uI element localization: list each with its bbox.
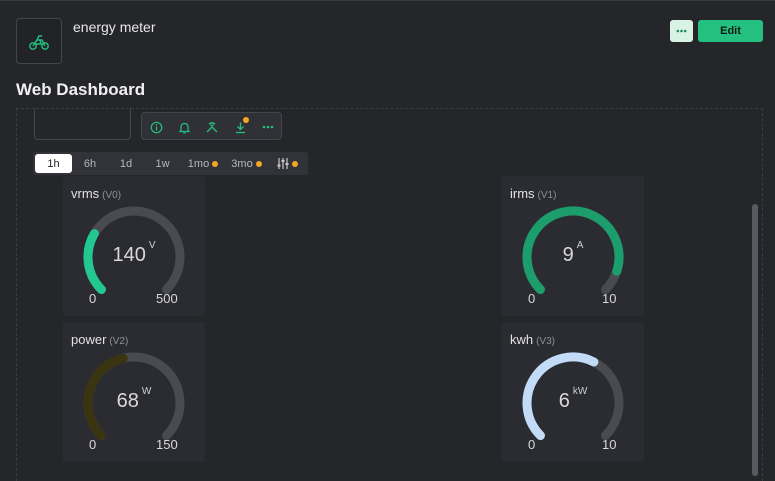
gauge-widget-kwh[interactable]: kwh (V3) 6 kW 0 10 [502, 322, 644, 462]
range-label: 1w [155, 157, 170, 170]
wrench-icon [206, 121, 218, 132]
gauge-min: 0 [528, 437, 536, 452]
premium-dot [255, 160, 262, 167]
gauge-min: 0 [89, 437, 97, 452]
widget-placeholder[interactable] [34, 108, 131, 140]
gauge-unit: V [148, 240, 156, 251]
ellipsis-icon [262, 125, 274, 129]
range-label: 1d [119, 157, 133, 170]
range-3mo[interactable]: 3mo [228, 154, 265, 173]
gauge-value-group: 140 V [63, 240, 205, 267]
scrollbar-thumb[interactable] [752, 204, 758, 476]
gauge-value: 68 [116, 390, 139, 412]
gauge-max: 500 [156, 291, 178, 306]
range-1mo[interactable]: 1mo [184, 154, 222, 173]
gauge-unit: W [141, 386, 152, 397]
more-options-button[interactable] [670, 20, 693, 42]
edit-button[interactable]: Edit [698, 20, 763, 42]
range-1d[interactable]: 1d [108, 154, 144, 173]
motorcycle-icon [29, 35, 49, 50]
gauge-value: 140 [112, 244, 146, 266]
gauge-value: 6 [558, 390, 570, 412]
info-button[interactable] [147, 118, 165, 136]
custom-range-button[interactable] [273, 154, 301, 173]
range-label: 6h [83, 157, 97, 170]
tools-button[interactable] [203, 118, 221, 136]
download-notification-dot [243, 117, 249, 123]
premium-dot [291, 160, 298, 167]
gauge-widget-power[interactable]: power (V2) 68 W 0 150 [63, 322, 205, 462]
premium-dot [212, 160, 219, 167]
widget-toolbar [141, 112, 282, 140]
top-divider [0, 0, 775, 1]
info-icon [150, 121, 162, 133]
range-1h[interactable]: 1h [35, 154, 72, 173]
device-icon-box[interactable] [16, 18, 62, 64]
ellipsis-icon [676, 29, 687, 33]
gauge-widget-vrms[interactable]: vrms (V0) 140 V 0 500 [63, 176, 205, 316]
range-label: 1h [47, 157, 60, 170]
bell-icon [178, 122, 190, 134]
range-1w[interactable]: 1w [144, 154, 181, 173]
range-label: 1mo [187, 157, 210, 170]
notifications-button[interactable] [175, 118, 193, 136]
device-name: energy meter [73, 19, 156, 35]
gauge-value-group: 9A [502, 240, 644, 267]
gauge-max: 10 [602, 437, 617, 452]
range-6h[interactable]: 6h [72, 154, 108, 173]
gauge-unit: A [576, 240, 584, 251]
sliders-icon [277, 158, 288, 169]
gauge-value: 9 [562, 244, 574, 266]
toolbar-more-button[interactable] [259, 118, 277, 136]
gauge-unit: kW [572, 386, 588, 397]
gauge-min: 0 [528, 291, 536, 306]
gauge-min: 0 [89, 291, 97, 306]
gauge-value-group: 68 W [63, 386, 205, 413]
gauge-widget-irms[interactable]: irms (V1) 9A 0 10 [502, 176, 644, 316]
gauge-max: 10 [602, 291, 617, 306]
page-title: Web Dashboard [16, 80, 146, 99]
time-range-selector: 1h 6h 1d 1w 1mo 3mo [33, 152, 308, 175]
range-label: 3mo [231, 157, 253, 170]
gauge-max: 150 [156, 437, 178, 452]
gauge-value-group: 6 kW [502, 386, 644, 413]
